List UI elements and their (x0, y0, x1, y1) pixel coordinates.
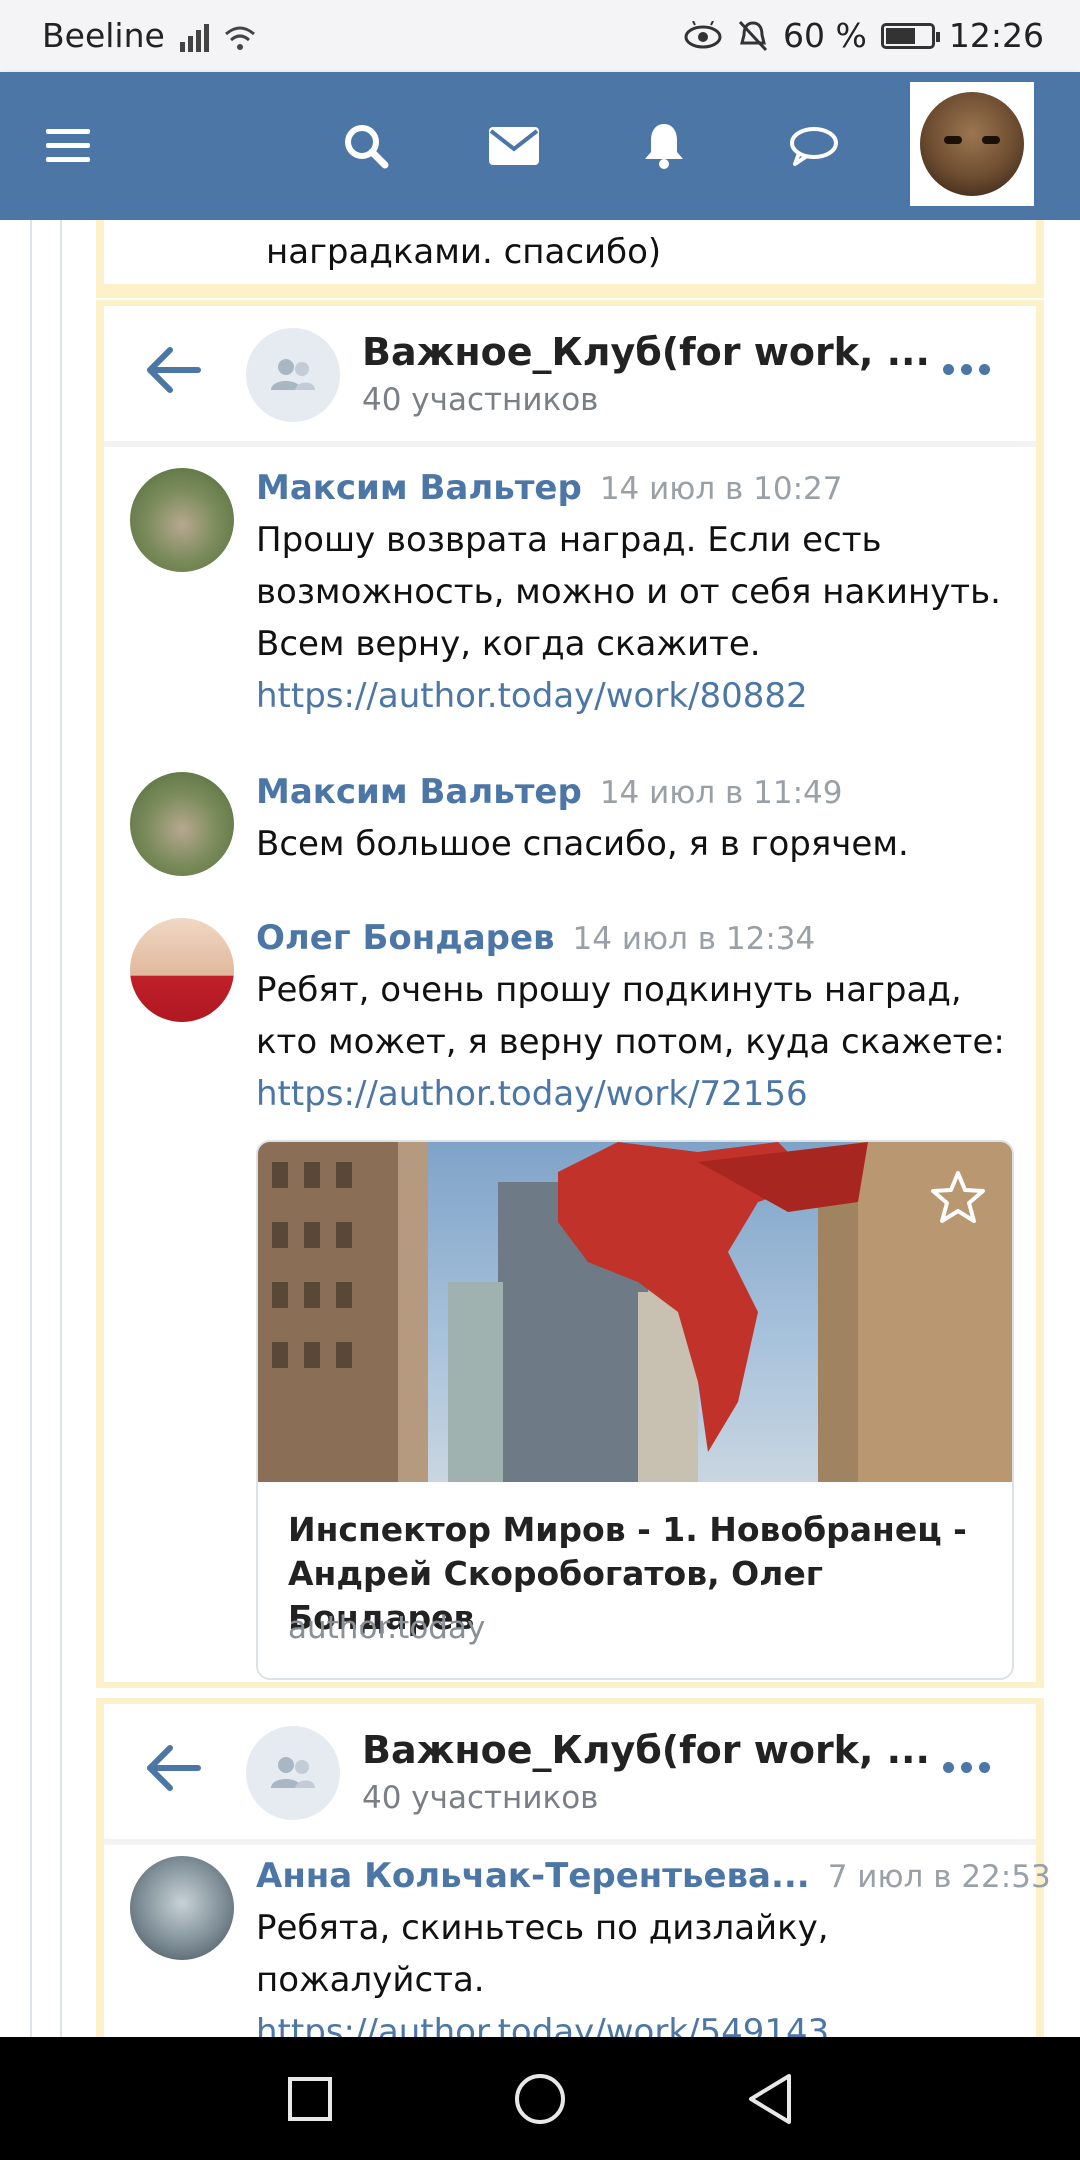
clock: 12:26 (948, 16, 1044, 55)
chat-card: Важное_Клуб(for work, ... 40 участников … (96, 300, 1044, 1688)
status-right: 60 % 12:26 (683, 16, 1044, 55)
group-icon (271, 1757, 315, 1788)
recents-button[interactable] (270, 2037, 350, 2160)
messages-button[interactable] (484, 72, 544, 220)
eye-comfort-icon (684, 20, 722, 48)
message-text: Ребята, скиньтесь по дизлайку, пожалуйст… (256, 1902, 1016, 2037)
message-link[interactable]: https://author.today/work/549143 (256, 2006, 1016, 2037)
system-nav-bar (0, 2037, 1080, 2160)
previous-post-card: наградками. спасибо) (96, 220, 1044, 298)
chat-header: Важное_Клуб(for work, ... 40 участников (104, 306, 1036, 447)
more-options-icon[interactable] (943, 364, 990, 375)
chat-title[interactable]: Важное_Клуб(for work, ... (362, 330, 930, 374)
search-button[interactable] (336, 72, 396, 220)
menu-icon (46, 129, 90, 162)
dragon-city-illustration (258, 1142, 1012, 1482)
thread-line (60, 220, 62, 2037)
menu-button[interactable] (40, 72, 96, 220)
profile-avatar-button[interactable] (910, 82, 1034, 206)
square-icon (288, 2076, 332, 2121)
back-arrow-icon[interactable] (144, 1744, 202, 1792)
mail-icon (489, 127, 539, 165)
app-header (0, 72, 1080, 220)
author-avatar[interactable] (130, 1856, 234, 1960)
group-avatar[interactable] (246, 328, 340, 422)
thread-line (30, 220, 32, 2037)
chat-icon (790, 127, 838, 166)
status-bar: Beeline 60 % 12:26 (0, 0, 1080, 72)
chat-card: Важное_Клуб(for work, ... 40 участников … (96, 1698, 1051, 2037)
message-text: Ребят, очень прошу подкинуть наград, кто… (256, 964, 1016, 1120)
link-preview-card[interactable]: Инспектор Миров - 1. Новобранец - Андрей… (256, 1140, 1014, 1680)
chat-members: 40 участников (362, 1780, 599, 1816)
message-time: 14 июл в 10:27 (599, 471, 843, 507)
link-preview-domain: author.today (288, 1610, 486, 1646)
more-options-icon[interactable] (943, 1762, 990, 1773)
author-name[interactable]: Максим Вальтер 14 июл в 10:27 (256, 468, 843, 508)
back-button[interactable] (730, 2037, 810, 2160)
carrier-name: Beeline (42, 16, 165, 55)
profile-avatar (920, 92, 1024, 196)
battery-percent: 60 % (783, 16, 867, 55)
message-time: 7 июл в 22:53 (827, 1859, 1051, 1895)
author-name[interactable]: Олег Бондарев 14 июл в 12:34 (256, 918, 815, 958)
message-text: Прошу возврата наград. Если есть возможн… (256, 514, 1016, 722)
search-icon (345, 125, 389, 169)
chat-members: 40 участников (362, 382, 599, 418)
message-link[interactable]: https://author.today/work/72156 (256, 1068, 1016, 1120)
message-time: 14 июл в 12:34 (572, 921, 816, 957)
previous-post-text: наградками. спасибо) (266, 232, 662, 272)
group-avatar[interactable] (246, 1726, 340, 1820)
author-name[interactable]: Анна Кольчак-Терентьева... 7 июл в 22:53 (256, 1856, 1051, 1896)
message-text: Всем большое спасибо, я в горячем. (256, 824, 909, 864)
feed[interactable]: наградками. спасибо) Важное_Клуб(for wor… (0, 220, 1080, 2037)
group-icon (271, 359, 315, 390)
battery-icon (880, 22, 940, 49)
author-avatar[interactable] (130, 772, 234, 876)
link-preview-image (258, 1142, 1012, 1482)
chat-button[interactable] (782, 72, 846, 220)
author-name[interactable]: Максим Вальтер 14 июл в 11:49 (256, 772, 843, 812)
bell-icon (645, 124, 683, 169)
message-link[interactable]: https://author.today/work/80882 (256, 670, 1016, 722)
author-avatar[interactable] (130, 918, 234, 1022)
home-button[interactable] (500, 2037, 580, 2160)
message-time: 14 июл в 11:49 (599, 775, 843, 811)
triangle-back-icon (749, 2073, 791, 2124)
chat-title[interactable]: Важное_Клуб(for work, ... (362, 1728, 930, 1772)
back-arrow-icon[interactable] (144, 346, 202, 394)
notifications-button[interactable] (634, 72, 694, 220)
signal-wifi-icon (180, 24, 255, 52)
chat-header: Важное_Клуб(for work, ... 40 участников (104, 1704, 1036, 1845)
star-icon[interactable] (930, 1170, 986, 1224)
circle-icon (515, 2073, 565, 2124)
mute-bell-icon (738, 20, 768, 51)
author-avatar[interactable] (130, 468, 234, 572)
